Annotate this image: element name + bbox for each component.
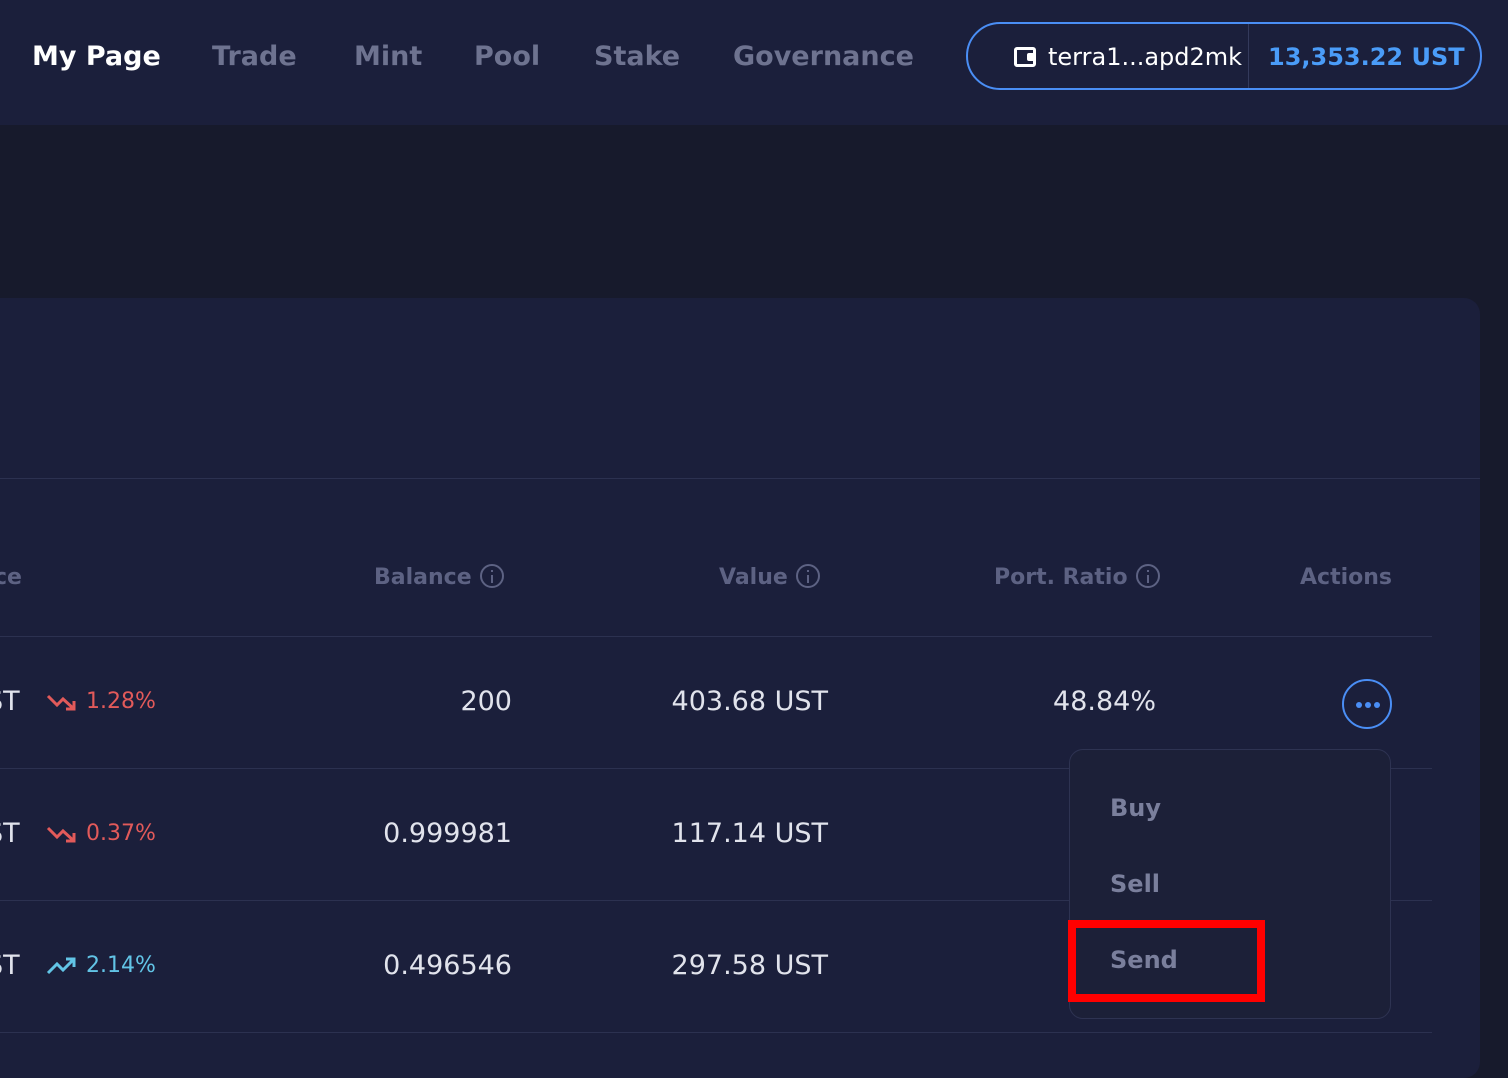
price-change: 2.14% [46,950,156,982]
balance-cell: 0.999981 [383,818,512,849]
top-navigation: My Page Trade Mint Pool Stake Governance… [0,0,1508,125]
column-header-value-label: Value [719,565,788,590]
price-unit: ST [0,950,20,981]
row-divider [0,636,1432,637]
balance-cell: 0.496546 [383,950,512,981]
nav-stake[interactable]: Stake [594,37,680,77]
actions-dropdown-menu: Buy Sell Send [1069,749,1391,1019]
column-header-balance: Balance [374,562,504,594]
column-header-value: Value [719,562,820,594]
port-ratio-cell: 48.84% [1053,686,1156,717]
menu-item-sell[interactable]: Sell [1110,866,1160,902]
info-icon[interactable] [479,564,504,588]
column-header-port-ratio: Port. Ratio [994,562,1160,594]
menu-item-buy[interactable]: Buy [1110,790,1161,826]
wallet-divider [1248,24,1249,88]
wallet-address: terra1...apd2mk [1048,43,1243,71]
card-divider [0,478,1480,479]
column-header-port-ratio-label: Port. Ratio [994,565,1128,590]
price-change-value: 1.28% [86,689,156,714]
trend-down-icon [46,694,76,711]
nav-my-page[interactable]: My Page [32,37,161,77]
price-change: 0.37% [46,818,156,850]
value-cell: 297.58 UST [671,950,828,981]
nav-governance[interactable]: Governance [733,37,914,77]
more-horizontal-icon [1356,702,1380,708]
more-actions-button[interactable] [1342,679,1392,729]
trend-down-icon [46,826,76,843]
column-header-actions: Actions [1300,565,1392,590]
value-cell: 117.14 UST [671,818,828,849]
price-change-value: 0.37% [86,821,156,846]
menu-item-send[interactable]: Send [1110,942,1178,978]
price-change: 1.28% [46,686,156,718]
nav-pool[interactable]: Pool [474,37,540,77]
wallet-button[interactable]: terra1...apd2mk 13,353.22 UST [966,22,1482,90]
balance-cell: 200 [460,686,512,717]
trend-up-icon [46,957,76,975]
nav-mint[interactable]: Mint [354,37,422,77]
row-divider [0,1032,1432,1033]
nav-trade[interactable]: Trade [212,37,297,77]
info-icon[interactable] [1135,564,1160,588]
column-header-balance-label: Balance [374,565,472,590]
column-header-price: ce [0,565,22,590]
value-cell: 403.68 UST [671,686,828,717]
price-unit: ST [0,818,20,849]
info-icon[interactable] [795,564,820,588]
price-change-value: 2.14% [86,953,156,978]
price-unit: ST [0,686,20,717]
wallet-icon [1014,47,1036,67]
wallet-balance: 13,353.22 UST [1268,43,1465,71]
